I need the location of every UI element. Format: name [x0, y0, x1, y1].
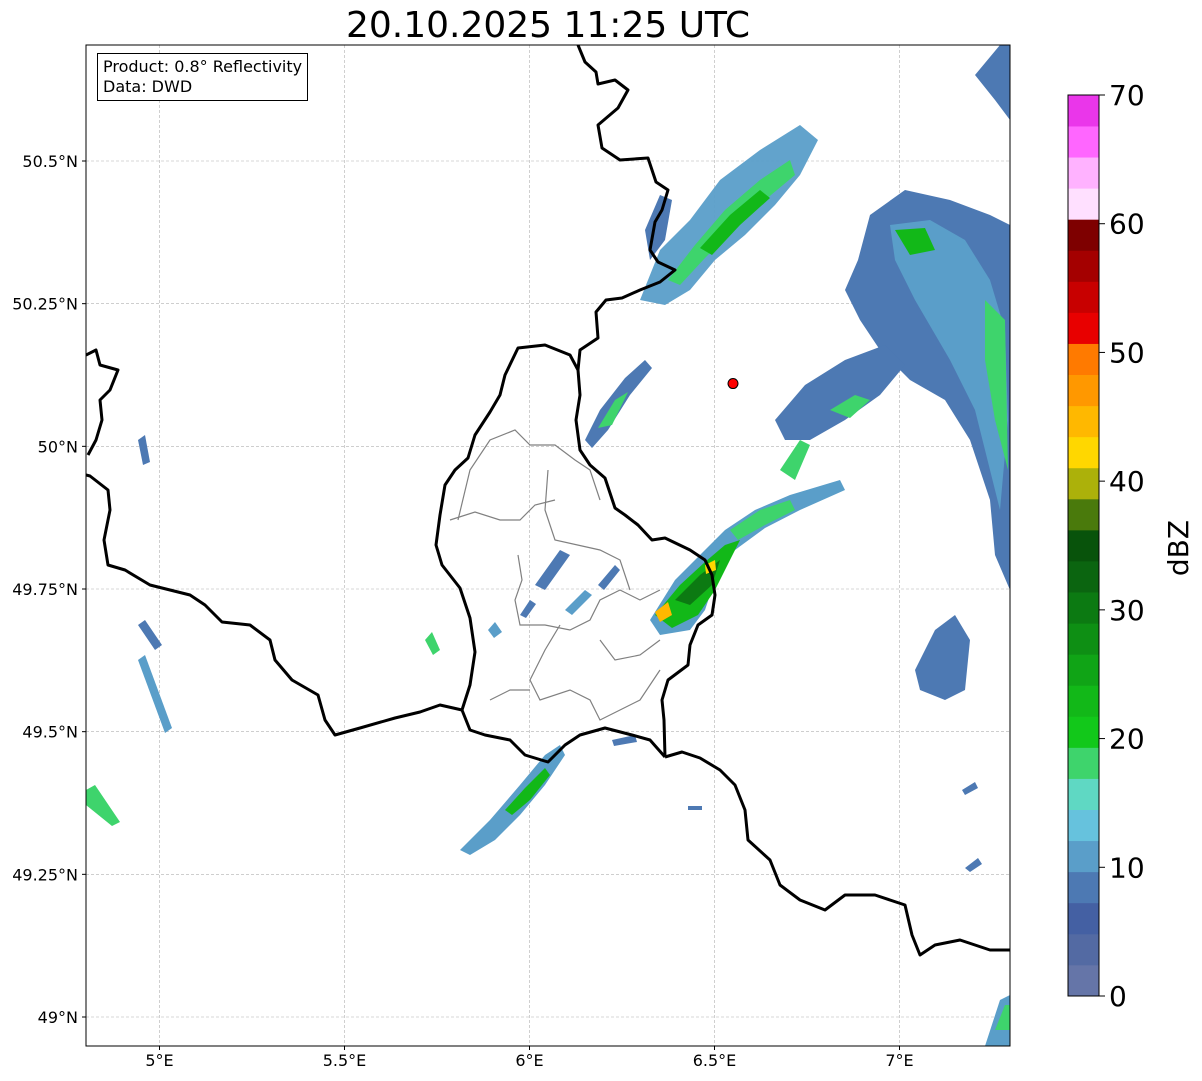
colorbar-segment: [1068, 654, 1099, 686]
map-axes: 5°E 5.5°E 6°E 6.5°E 7°E 50.5°N 50.25°N 50°N 49.7…: [12, 152, 913, 1070]
echo-misc4: [688, 806, 702, 810]
echo-lux-small2: [488, 622, 502, 638]
colorbar-segment: [1068, 312, 1099, 344]
district-line-5: [529, 624, 661, 721]
district-line-7: [599, 639, 661, 661]
colorbar-tick-label: 70: [1109, 79, 1145, 112]
colorbar-segment: [1068, 126, 1099, 158]
country-borders: [86, 45, 1010, 957]
colorbar-segment: [1068, 561, 1099, 593]
colorbar-tick-label: 20: [1109, 723, 1145, 756]
echo-lux-streak1: [535, 550, 570, 590]
colorbar-segment: [1068, 467, 1099, 500]
colorbar-segment: [1068, 747, 1099, 779]
x-tick-label: 5.5°E: [323, 1051, 367, 1070]
y-tick-label: 50.5°N: [22, 152, 78, 171]
echo-lux-small: [425, 632, 440, 655]
border-be-nl: [86, 348, 120, 456]
colorbar-segment: [1068, 188, 1099, 220]
map-panel: [86, 45, 1010, 1046]
echo-misc2: [965, 858, 982, 872]
echo-west-dot: [138, 435, 150, 465]
colorbar-segment: [1068, 623, 1099, 655]
info-box: Product: 0.8° Reflectivity Data: DWD: [97, 53, 309, 101]
y-tick-label: 50.25°N: [12, 295, 78, 314]
x-tick-label: 7°E: [885, 1051, 913, 1070]
colorbar-segment: [1068, 778, 1099, 810]
echo-east-tail: [780, 440, 810, 480]
border-lu: [434, 343, 667, 764]
colorbar-segment: [1068, 685, 1099, 717]
colorbar-label: dBZ: [1162, 520, 1195, 576]
echo-ne-corner: [975, 45, 1010, 120]
colorbar-segment: [1068, 809, 1099, 842]
echo-east-arm: [775, 345, 905, 440]
colorbar-tick-label: 0: [1109, 980, 1127, 1013]
district-line-2: [449, 499, 556, 521]
colorbar: 0 10 20 30 40 50 60 70: [1067, 79, 1145, 1013]
echo-south-band-core: [505, 768, 550, 815]
radar-site-marker: [727, 378, 739, 390]
colorbar-segment: [1068, 157, 1099, 189]
colorbar-tick-label: 40: [1109, 465, 1145, 498]
colorbar-tick-label: 30: [1109, 594, 1145, 627]
colorbar-segment: [1068, 933, 1099, 966]
colorbar-segment: [1068, 716, 1099, 748]
colorbar-tick-label: 60: [1109, 208, 1145, 241]
colorbar-segment: [1068, 405, 1099, 438]
colorbar-segment: [1068, 902, 1099, 935]
x-tick-label: 5°E: [145, 1051, 173, 1070]
colorbar-segment: [1068, 592, 1099, 624]
colorbar-segment: [1068, 498, 1099, 531]
echo-lux-streak4: [598, 565, 620, 590]
echo-lux-streak3: [520, 600, 536, 618]
echo-west-streak2: [138, 655, 172, 733]
colorbar-segment: [1068, 374, 1099, 407]
district-line-6: [489, 689, 530, 701]
colorbar-segment: [1068, 219, 1099, 251]
colorbar-tick-label: 10: [1109, 851, 1145, 884]
echo-west-streak1: [138, 620, 162, 650]
colorbar-tick-label: 50: [1109, 336, 1145, 369]
x-tick-label: 6.5°E: [693, 1051, 737, 1070]
echo-west-streak3: [86, 785, 120, 826]
colorbar-segment: [1068, 250, 1099, 282]
product-label: Product: 0.8° Reflectivity: [103, 57, 303, 76]
colorbar-segment: [1068, 964, 1099, 997]
y-tick-label: 49.25°N: [12, 865, 78, 884]
colorbar-segment: [1068, 840, 1099, 873]
colorbar-segment: [1068, 95, 1099, 127]
colorbar-segment: [1068, 281, 1099, 313]
radar-map-figure: 5°E 5.5°E 6°E 6.5°E 7°E 50.5°N 50.25°N 50°N 49.7…: [12, 44, 1195, 1070]
y-tick-label: 50°N: [38, 437, 78, 456]
echo-east-blob: [915, 615, 970, 700]
colorbar-segment: [1068, 436, 1099, 469]
colorbar-segment: [1068, 529, 1099, 562]
echo-lux-streak2: [565, 590, 592, 615]
x-tick-label: 6°E: [515, 1051, 543, 1070]
y-tick-label: 49.75°N: [12, 580, 78, 599]
colorbar-segment: [1068, 343, 1099, 376]
echo-misc1: [962, 782, 978, 795]
border-be-fr: [86, 473, 463, 737]
data-source-label: Data: DWD: [103, 77, 193, 96]
colorbar-segment: [1068, 871, 1099, 904]
border-fr-de: [664, 750, 1010, 957]
y-tick-label: 49.5°N: [22, 723, 78, 742]
echo-line-ne: [730, 500, 795, 540]
y-tick-label: 49°N: [38, 1008, 78, 1027]
